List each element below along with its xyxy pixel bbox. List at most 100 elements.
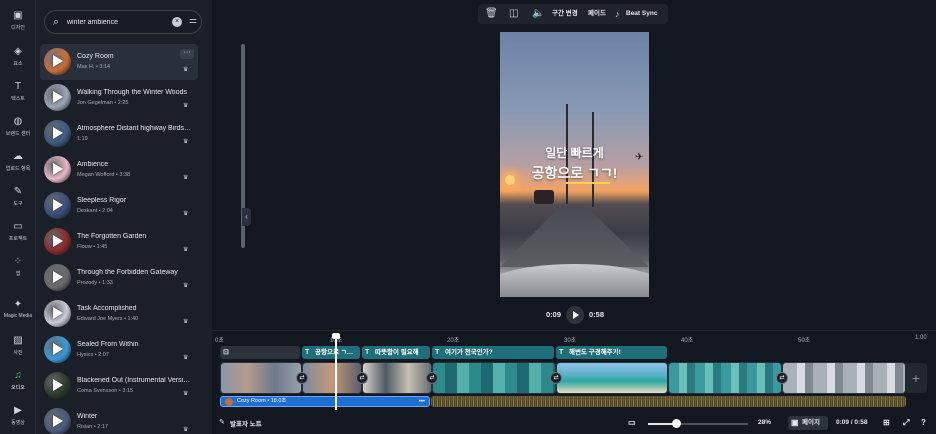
transition-icon[interactable]: ⇄ <box>426 372 438 384</box>
trash-icon[interactable]: 🗑 <box>485 7 498 21</box>
video-clip[interactable] <box>556 362 668 394</box>
crown-icon: ♛ <box>183 139 189 145</box>
transition-icon[interactable]: ⇄ <box>550 372 562 384</box>
transition-icon[interactable]: ⇄ <box>776 372 788 384</box>
track-item[interactable]: Task Accomplished Edward Joe Myers • 1:40… <box>40 296 198 332</box>
video-clip[interactable] <box>668 362 782 394</box>
play-icon <box>53 307 63 319</box>
video-clip[interactable] <box>220 362 302 394</box>
filter-icon[interactable]: ⚌ <box>189 15 197 26</box>
text-clip[interactable]: ⊡ <box>220 346 300 359</box>
rail-item-uploads[interactable]: ☁ 업로드 항목 <box>0 151 36 172</box>
video-clip[interactable] <box>302 362 362 394</box>
track-thumbnail[interactable] <box>44 120 71 147</box>
track-thumbnail[interactable] <box>44 48 71 75</box>
track-item[interactable]: Walking Through the Winter Woods Jon Gege… <box>40 80 198 116</box>
play-icon <box>53 163 63 175</box>
split-icon[interactable]: ◫ <box>509 7 518 21</box>
zoom-slider[interactable] <box>648 419 748 428</box>
play-button[interactable] <box>566 306 584 324</box>
track-item[interactable]: Through the Forbidden Gateway Prozody • 1… <box>40 260 198 296</box>
add-clip-button[interactable]: + <box>905 363 927 393</box>
crown-icon: ♛ <box>183 319 189 325</box>
track-item[interactable]: Winter Risian • 2:17 ♛ <box>40 404 198 434</box>
track-item[interactable]: Blackened Out (Instrumental Versi… Coma S… <box>40 368 198 404</box>
collapse-panel-button[interactable]: ‹ <box>242 208 251 226</box>
track-meta: Jon Gegelman • 2:25 <box>77 100 129 106</box>
track-thumbnail[interactable] <box>44 84 71 111</box>
rail-item-photos[interactable]: ▨ 사진 <box>0 335 36 356</box>
rail-item-brand[interactable]: ◍ 브랜드 센터 <box>0 116 36 137</box>
audio-waveform[interactable] <box>431 396 906 407</box>
text-clip[interactable]: T 해변도 구경해주기! <box>556 346 667 359</box>
search-input[interactable] <box>67 15 163 29</box>
track-thumbnail[interactable] <box>44 264 71 291</box>
zoom-knob[interactable] <box>672 419 681 428</box>
track-thumbnail[interactable] <box>44 228 71 255</box>
page-icon: ▣ <box>791 418 799 427</box>
caption-line-2[interactable]: 공항으로 ㄱㄱ! <box>500 163 649 183</box>
crown-icon: ♛ <box>183 67 189 73</box>
text-clip[interactable]: T 따뜻함이 필요해 <box>362 346 430 359</box>
clear-search-icon[interactable]: × <box>172 17 182 27</box>
grid-view-icon[interactable]: ⊞ <box>883 416 890 430</box>
track-item[interactable]: Sealed From Within Hysics • 2:07 ♛ <box>40 332 198 368</box>
segment-button[interactable]: 구간 변경 <box>552 8 578 20</box>
time-ruler[interactable]: 0초 10초 20초 30초 40초 50초 1:00 <box>212 335 936 345</box>
rail-item-text[interactable]: T 텍스트 <box>0 81 36 102</box>
text-icon: T <box>14 81 22 92</box>
video-clip[interactable] <box>362 362 432 394</box>
more-options-icon[interactable]: ••• <box>419 398 425 407</box>
crown-icon: ♛ <box>183 427 189 433</box>
track-item[interactable]: The Forgotten Garden Flouw • 1:45 ♛ <box>40 224 198 260</box>
rail-item-projects[interactable]: ▭ 프로젝트 <box>0 221 36 242</box>
track-thumbnail[interactable] <box>44 408 71 434</box>
track-thumbnail[interactable] <box>44 336 71 363</box>
upload-icon: ☁ <box>13 151 23 162</box>
rail-item-videos[interactable]: ▶ 동영상 <box>0 405 36 426</box>
rail-item-draw[interactable]: ✎ 도구 <box>0 186 36 207</box>
track-meta: 1:19 <box>77 136 88 142</box>
more-options-icon[interactable]: ··· <box>180 49 194 59</box>
track-item[interactable]: Sleepless Rigor Deskant • 2:04 ♛ <box>40 188 198 224</box>
zoom-value[interactable]: 28% <box>758 416 771 430</box>
track-thumbnail[interactable] <box>44 156 71 183</box>
timeline: 0초 10초 20초 30초 40초 50초 1:00 ⊡ T공항으로 ㄱ… T… <box>212 330 936 410</box>
fade-button[interactable]: 페이드 <box>588 8 606 20</box>
text-clip[interactable]: T 공항으로 ㄱ… <box>302 346 360 359</box>
track-thumbnail[interactable] <box>44 300 71 327</box>
track-title: Sleepless Rigor <box>77 197 127 204</box>
track-item[interactable]: Cozy Room Max H. • 3:14 ··· ♛ <box>40 44 198 80</box>
text-clip[interactable]: T 여기가 천국인가? <box>432 346 554 359</box>
beat-sync-button[interactable]: Beat Sync <box>626 8 657 20</box>
rail-item-elements[interactable]: ◈ 요소 <box>0 46 36 67</box>
rail-item-magic-media[interactable]: ✦ Magic Media <box>0 299 36 319</box>
volume-icon[interactable]: 🔈 <box>532 7 544 21</box>
photo-icon: ▨ <box>13 335 23 346</box>
audio-clip[interactable]: Cozy Room • 18.0초 ••• <box>220 396 430 407</box>
transition-icon[interactable]: ⇄ <box>356 372 368 384</box>
track-meta: Risian • 2:17 <box>77 424 108 430</box>
track-thumbnail[interactable] <box>44 192 71 219</box>
audio-track: Cozy Room • 18.0초 ••• <box>220 396 906 407</box>
track-thumbnail[interactable] <box>44 372 71 399</box>
text-clip-label: 해변도 구경해주기! <box>569 349 621 356</box>
caption-line-1[interactable]: 일단 빠르게 <box>500 144 649 161</box>
video-clip[interactable] <box>432 362 556 394</box>
video-clip[interactable] <box>782 362 906 394</box>
page-view-button[interactable]: ▣ 페이지 <box>788 416 828 430</box>
track-meta: Megan Wofford • 3:38 <box>77 172 131 178</box>
playhead[interactable] <box>332 333 340 410</box>
track-item[interactable]: Ambience Megan Wofford • 3:38 ♛ <box>40 152 198 188</box>
track-item[interactable]: Atmosphere Distant highway Birds… 1:19 ♛ <box>40 116 198 152</box>
rail-item-apps[interactable]: ⁘ 앱 <box>0 256 36 277</box>
transition-icon[interactable]: ⇄ <box>296 372 308 384</box>
video-canvas[interactable]: ✈ 일단 빠르게 공항으로 ㄱㄱ! <box>500 32 649 297</box>
fullscreen-icon[interactable]: ⤢ <box>903 416 909 430</box>
help-icon[interactable]: ? <box>921 416 926 430</box>
track-title: Task Accomplished <box>77 305 137 312</box>
rail-item-audio[interactable]: ♫ 오디오 <box>0 370 36 391</box>
screen-icon[interactable]: ▭ <box>628 416 636 430</box>
rail-item-design[interactable]: ▣ 디자인 <box>0 10 36 31</box>
presenter-notes-button[interactable]: 발표자 노트 <box>230 418 262 428</box>
